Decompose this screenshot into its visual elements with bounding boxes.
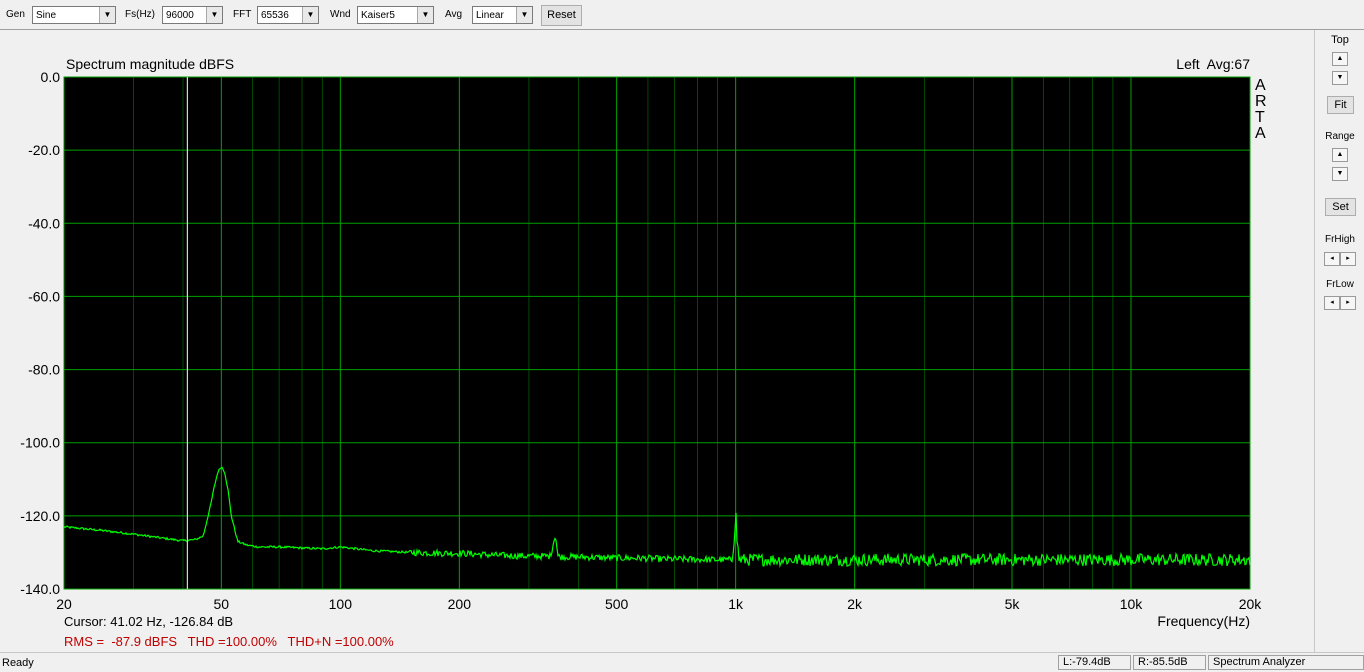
fs-label: Fs(Hz) — [125, 9, 155, 20]
chevron-down-icon[interactable]: ▼ — [302, 7, 318, 23]
cursor-readout: Cursor: 41.02 Hz, -126.84 dB — [64, 614, 233, 629]
spectrum-chart[interactable]: Spectrum magnitude dBFS Left Avg:67 ARTA… — [0, 30, 1314, 652]
reset-button[interactable]: Reset — [541, 5, 582, 26]
plot-area — [63, 76, 1251, 590]
frlow-label: FrLow — [1326, 279, 1354, 290]
x-tick-label: 1k — [728, 596, 744, 612]
top-down-button[interactable]: ▼ — [1332, 71, 1348, 85]
fs-select[interactable]: 96000 ▼ — [162, 6, 223, 24]
channel-info: Left Avg:67 — [1176, 56, 1250, 72]
fs-value: 96000 — [166, 10, 194, 21]
y-tick-label: -120.0 — [20, 508, 60, 524]
y-tick-label: -100.0 — [20, 435, 60, 451]
x-axis-label: Frequency(Hz) — [1157, 613, 1250, 629]
toolbar: Gen Sine ▼ Fs(Hz) 96000 ▼ FFT 65536 ▼ Wn… — [0, 0, 1364, 30]
x-tick-label: 50 — [214, 596, 230, 612]
top-label: Top — [1331, 34, 1349, 46]
brand-letter: T — [1255, 109, 1265, 126]
y-tick-label: -60.0 — [28, 288, 60, 304]
y-tick-label: -140.0 — [20, 581, 60, 597]
frhigh-right-button[interactable]: ▸ — [1340, 252, 1356, 266]
x-tick-label: 100 — [329, 596, 353, 612]
fft-select[interactable]: 65536 ▼ — [257, 6, 319, 24]
x-tick-label: 2k — [847, 596, 863, 612]
fit-button[interactable]: Fit — [1327, 96, 1354, 114]
y-tick-label: 0.0 — [41, 69, 61, 85]
fft-label: FFT — [233, 9, 252, 20]
range-up-button[interactable]: ▲ — [1332, 148, 1348, 162]
x-tick-label: 20k — [1239, 596, 1263, 612]
chevron-down-icon[interactable]: ▼ — [417, 7, 433, 23]
fft-value: 65536 — [261, 10, 289, 21]
brand-letter: A — [1255, 125, 1266, 142]
brand-letter: R — [1255, 93, 1267, 110]
chevron-down-icon[interactable]: ▼ — [99, 7, 115, 23]
chart-title: Spectrum magnitude dBFS — [66, 56, 234, 72]
frlow-left-button[interactable]: ◂ — [1324, 296, 1340, 310]
arta-brand: ARTA — [1255, 77, 1267, 142]
wnd-label: Wnd — [330, 9, 351, 20]
set-button[interactable]: Set — [1325, 198, 1356, 216]
x-tick-label: 500 — [605, 596, 629, 612]
x-tick-label: 200 — [448, 596, 472, 612]
range-label: Range — [1325, 131, 1355, 142]
frhigh-left-button[interactable]: ◂ — [1324, 252, 1340, 266]
brand-letter: A — [1255, 77, 1266, 94]
gen-select[interactable]: Sine ▼ — [32, 6, 116, 24]
gen-value: Sine — [36, 10, 57, 21]
y-tick-label: -40.0 — [28, 215, 60, 231]
avg-label: Avg — [445, 9, 463, 20]
control-panel: Top ▲ ▼ Fit Range ▲ ▼ Set FrHigh ◂ ▸ FrL… — [1314, 30, 1364, 652]
frlow-right-button[interactable]: ▸ — [1340, 296, 1356, 310]
avg-value: Linear — [476, 10, 504, 21]
top-up-button[interactable]: ▲ — [1332, 52, 1348, 66]
range-down-button[interactable]: ▼ — [1332, 167, 1348, 181]
chevron-down-icon[interactable]: ▼ — [516, 7, 532, 23]
right-level: R:-85.5dB — [1133, 655, 1206, 670]
measurement-stats: RMS = -87.9 dBFS THD =100.00% THD+N =100… — [64, 634, 394, 649]
status-bar: Ready L:-79.4dB R:-85.5dB Spectrum Analy… — [0, 652, 1364, 672]
status-ready: Ready — [2, 657, 34, 669]
mode-indicator: Spectrum Analyzer — [1208, 655, 1364, 670]
y-tick-label: -20.0 — [28, 142, 60, 158]
x-tick-label: 20 — [56, 596, 72, 612]
frhigh-label: FrHigh — [1324, 234, 1355, 245]
y-tick-label: -80.0 — [28, 362, 60, 378]
x-tick-label: 5k — [1005, 596, 1021, 612]
wnd-select[interactable]: Kaiser5 ▼ — [357, 6, 434, 24]
chevron-down-icon[interactable]: ▼ — [206, 7, 222, 23]
left-level: L:-79.4dB — [1058, 655, 1131, 670]
x-tick-label: 10k — [1120, 596, 1144, 612]
gen-label: Gen — [6, 9, 25, 20]
avg-select[interactable]: Linear ▼ — [472, 6, 533, 24]
wnd-value: Kaiser5 — [361, 10, 395, 21]
